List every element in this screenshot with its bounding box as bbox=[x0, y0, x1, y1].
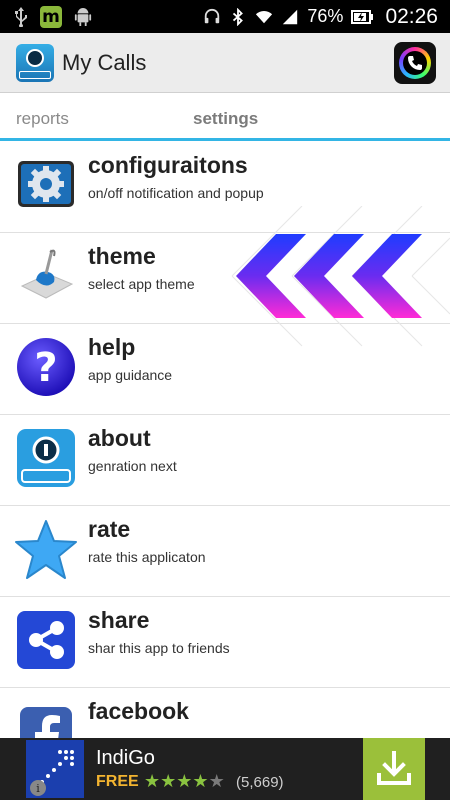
status-bar: m 76% 02:26 bbox=[0, 0, 450, 33]
download-icon bbox=[377, 751, 411, 785]
list-item-about[interactable]: about genration next bbox=[0, 415, 450, 506]
list-item-subtitle: app guidance bbox=[88, 367, 173, 383]
my-calls-app-icon[interactable] bbox=[16, 43, 54, 82]
headset-icon bbox=[205, 8, 220, 23]
call-button[interactable] bbox=[394, 41, 436, 84]
ad-review-count: (5,669) bbox=[236, 774, 284, 791]
tab-bar: reports settings bbox=[0, 94, 450, 142]
star-icon bbox=[15, 519, 77, 579]
call-icon bbox=[408, 55, 422, 70]
facebook-icon bbox=[16, 706, 76, 738]
settings-list: configuraitons on/off notification and p… bbox=[0, 142, 450, 738]
share-icon bbox=[16, 610, 76, 670]
signal-icon bbox=[283, 9, 298, 24]
ad-rating-stars: ★★★★★ bbox=[144, 771, 225, 792]
list-item-title: facebook bbox=[88, 698, 189, 724]
usb-icon bbox=[15, 6, 27, 27]
battery-percentage: 76% bbox=[307, 6, 344, 26]
list-item-title: help bbox=[88, 334, 136, 360]
my-calls-app-icon bbox=[16, 428, 76, 488]
ad-app-name: IndiGo bbox=[96, 747, 155, 769]
tab-reports[interactable]: reports bbox=[16, 109, 69, 129]
tab-indicator bbox=[0, 138, 450, 141]
bluetooth-icon bbox=[233, 7, 244, 26]
ad-price: FREE bbox=[96, 773, 139, 790]
clock: 02:26 bbox=[385, 4, 438, 28]
gear-icon bbox=[16, 155, 76, 215]
svg-text:?: ? bbox=[34, 345, 57, 391]
list-item-title: rate bbox=[88, 516, 131, 542]
battery-icon bbox=[351, 9, 374, 24]
wifi-icon bbox=[256, 10, 273, 23]
list-item-subtitle: on/off notification and popup bbox=[88, 185, 264, 201]
rating-star-icon: ★ bbox=[144, 771, 161, 791]
rating-star-icon: ★ bbox=[192, 771, 209, 791]
ad-banner[interactable]: i IndiGo FREE ★★★★★ (5,669) bbox=[0, 738, 450, 800]
app-title: My Calls bbox=[62, 49, 147, 75]
ad-info-icon[interactable]: i bbox=[30, 780, 46, 796]
help-question-icon: ? bbox=[16, 337, 76, 397]
back-arrows-graphic bbox=[231, 206, 450, 347]
android-icon bbox=[74, 7, 92, 26]
list-item-subtitle: rate this applicaton bbox=[88, 549, 206, 565]
m-notification-icon: m bbox=[40, 5, 62, 28]
list-item-title: theme bbox=[88, 243, 156, 269]
list-item-title: share bbox=[88, 607, 150, 633]
list-item-title: about bbox=[88, 425, 151, 451]
list-item-subtitle: select app theme bbox=[88, 276, 195, 292]
list-item-subtitle: shar this app to friends bbox=[88, 640, 230, 656]
download-button[interactable] bbox=[363, 738, 425, 800]
tab-settings[interactable]: settings bbox=[193, 109, 258, 129]
list-item-facebook[interactable]: facebook bbox=[0, 688, 450, 738]
list-item-subtitle: genration next bbox=[88, 458, 177, 474]
rating-star-icon: ★ bbox=[176, 771, 193, 791]
rating-star-icon: ★ bbox=[208, 771, 225, 791]
rating-star-icon: ★ bbox=[160, 771, 177, 791]
list-item-rate[interactable]: rate rate this applicaton bbox=[0, 506, 450, 597]
list-item-share[interactable]: share shar this app to friends bbox=[0, 597, 450, 688]
theme-paint-icon bbox=[16, 246, 76, 306]
action-bar: My Calls bbox=[0, 33, 450, 93]
list-item-title: configuraitons bbox=[88, 152, 248, 178]
